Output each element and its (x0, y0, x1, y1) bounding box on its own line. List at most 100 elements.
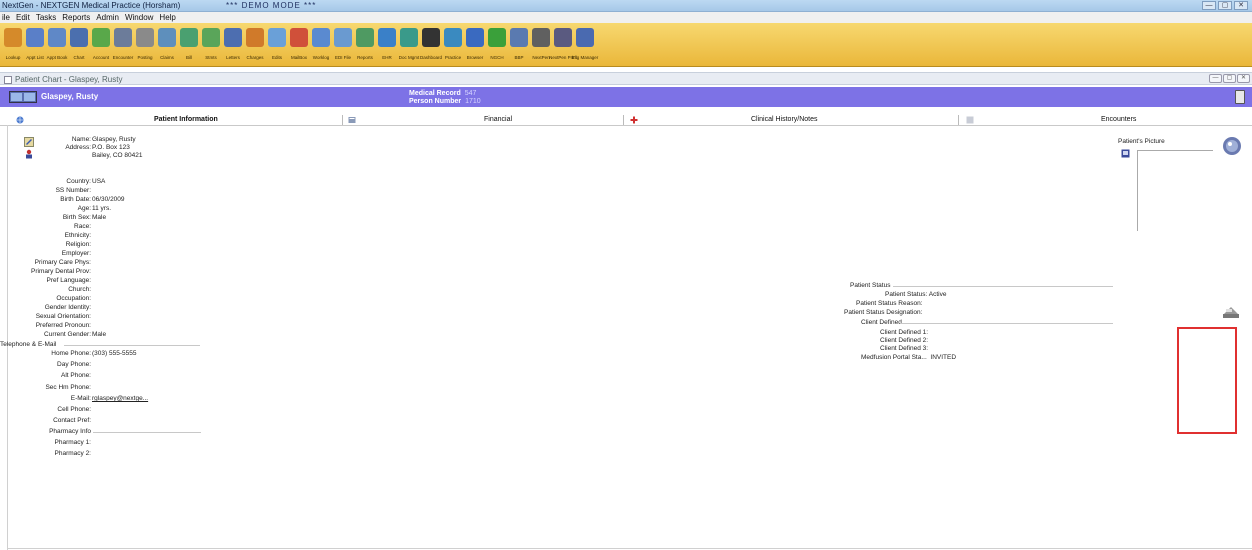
info-row-dental: Primary Dental Prov: (0, 268, 210, 276)
toolbar-label: Charges (246, 55, 264, 60)
menu-window[interactable]: Window (125, 12, 153, 23)
reports-icon (356, 28, 374, 47)
sub-close-button[interactable]: ✕ (1237, 74, 1250, 83)
info-row-day-phone: Day Phone: (0, 361, 210, 369)
medical-record-value: 547 (464, 90, 477, 97)
ssn-label: SS Number: (55, 187, 91, 194)
elig-manager-icon (576, 28, 594, 47)
toolbar-button-browser[interactable]: Browser (464, 23, 486, 67)
toolbar-label: Posting (137, 55, 153, 60)
toolbar-button-charges[interactable]: Charges (244, 23, 266, 67)
menu-edit[interactable]: Edit (16, 12, 30, 23)
worklog-icon (312, 28, 330, 47)
info-row-sexual-orientation: Sexual Orientation: (0, 313, 210, 321)
charges-icon (246, 28, 264, 47)
menu-help[interactable]: Help (159, 12, 175, 23)
minimize-button[interactable]: — (1202, 1, 1216, 10)
patient-photo-icon[interactable] (9, 91, 37, 103)
toolbar-button-claims[interactable]: Claims (156, 23, 178, 67)
bbp-icon (510, 28, 528, 47)
toolbar-button-statements[interactable]: Stmts (200, 23, 222, 67)
info-row-pharmacy2: Pharmacy 2: (0, 450, 210, 458)
toolbar-label: Account (92, 55, 110, 60)
globe-photo-icon[interactable] (1222, 136, 1242, 156)
tab-financial[interactable]: Financial (484, 114, 512, 126)
ngch-icon (488, 28, 506, 47)
document-icon[interactable] (1235, 90, 1245, 104)
toolbar-label: Practice (444, 55, 462, 60)
toolbar-button-dashboard[interactable]: Dashboard (420, 23, 442, 67)
edi-file-icon (334, 28, 352, 47)
toolbar-button-mailbox[interactable]: MailBox (288, 23, 310, 67)
gender-identity-label: Gender Identity: (44, 304, 91, 311)
main-toolbar: Lookup Appt List Appt Book Chart Account Enco… (0, 23, 1252, 67)
info-row-employer: Employer: (0, 250, 210, 258)
toolbar-button-chart[interactable]: Chart (68, 23, 90, 67)
pharmacy2-label: Pharmacy 2: (54, 450, 92, 457)
medical-record-label: Medical Record (409, 90, 461, 97)
primary-dental-label: Primary Dental Prov: (31, 268, 91, 275)
patient-picture-frame[interactable] (1137, 150, 1213, 231)
sub-minimize-button[interactable]: — (1209, 74, 1222, 83)
email-link[interactable]: rglaspey@nextge... (92, 395, 148, 403)
toolbar-button-bbp[interactable]: BBP (508, 23, 530, 67)
scanner-icon[interactable] (1222, 305, 1240, 319)
info-row-church: Church: (0, 286, 210, 294)
toolbar-label: Lookup (5, 55, 21, 60)
address-label: Address: (65, 144, 91, 151)
encounter-icon (114, 28, 132, 47)
close-button[interactable]: ✕ (1234, 1, 1248, 10)
tab-divider (958, 115, 959, 125)
sub-restore-button[interactable]: ▢ (1223, 74, 1236, 83)
birth-date-label: Birth Date: (60, 196, 91, 203)
toolbar-button-worklog[interactable]: Worklog (310, 23, 332, 67)
camera-icon[interactable] (1121, 149, 1130, 158)
toolbar-button-appt-book[interactable]: Appt Book (46, 23, 68, 67)
info-row-country: Country: USA (0, 178, 210, 186)
tab-clinical-history-notes[interactable]: Clinical History/Notes (751, 114, 818, 126)
dashboard-icon (422, 28, 440, 47)
day-phone-label: Day Phone: (57, 361, 91, 368)
home-phone-label: Home Phone: (51, 350, 91, 357)
toolbar-button-reports[interactable]: Reports (354, 23, 376, 67)
tab-patient-information[interactable]: Patient Information (154, 114, 218, 126)
toolbar-button-ehr[interactable]: EHR (376, 23, 398, 67)
toolbar-button-appt-list[interactable]: Appt List (24, 23, 46, 67)
maximize-button[interactable]: ▢ (1218, 1, 1232, 10)
toolbar-button-lookup[interactable]: Lookup (2, 23, 24, 67)
info-row-email: E-Mail: rglaspey@nextge... (0, 395, 210, 403)
appt-book-icon (48, 28, 66, 47)
tab-encounters[interactable]: Encounters (1101, 114, 1136, 126)
toolbar-label: Letters (226, 55, 240, 60)
person-number-value: 1710 (465, 98, 481, 105)
nextpen-icon (532, 28, 550, 47)
menu-tasks[interactable]: Tasks (36, 12, 56, 23)
info-row-pcp: Primary Care Phys: (0, 259, 210, 267)
toolbar-button-doc-mgmt[interactable]: Doc Mgmt (398, 23, 420, 67)
toolbar-button-edits[interactable]: Edits (266, 23, 288, 67)
toolbar-button-ngch[interactable]: NGCH (486, 23, 508, 67)
toolbar-button-posting[interactable]: Posting (134, 23, 156, 67)
globe-icon (16, 116, 24, 124)
toolbar-button-bill[interactable]: Bill (178, 23, 200, 67)
menu-admin[interactable]: Admin (96, 12, 119, 23)
account-icon (92, 28, 110, 47)
patient-banner: Glaspey, Rusty Medical Record 547 Person … (0, 87, 1252, 107)
toolbar-button-edi-file[interactable]: EDI File (332, 23, 354, 67)
menu-file[interactable]: ile (2, 12, 10, 23)
menu-reports[interactable]: Reports (62, 12, 90, 23)
toolbar-label: Bill (185, 55, 192, 60)
toolbar-label: Elig Manager (571, 55, 599, 60)
toolbar-button-letters[interactable]: Letters (222, 23, 244, 67)
toolbar-button-elig-manager[interactable]: Elig Manager (571, 23, 599, 67)
toolbar-label: NextPen (532, 55, 550, 60)
info-row-age: Age: 11 yrs. (0, 205, 210, 213)
toolbar-button-account[interactable]: Account (90, 23, 112, 67)
info-row-cell-phone: Cell Phone: (0, 406, 210, 414)
toolbar-button-nextpen-print[interactable]: NextPen Print (549, 23, 577, 67)
toolbar-button-encounter[interactable]: Encounter (112, 23, 134, 67)
info-row-alt-phone: Alt Phone: (0, 372, 210, 380)
toolbar-button-practice[interactable]: Practice (442, 23, 464, 67)
country-label: Country: (66, 178, 91, 185)
toolbar-label: MailBox (290, 55, 307, 60)
